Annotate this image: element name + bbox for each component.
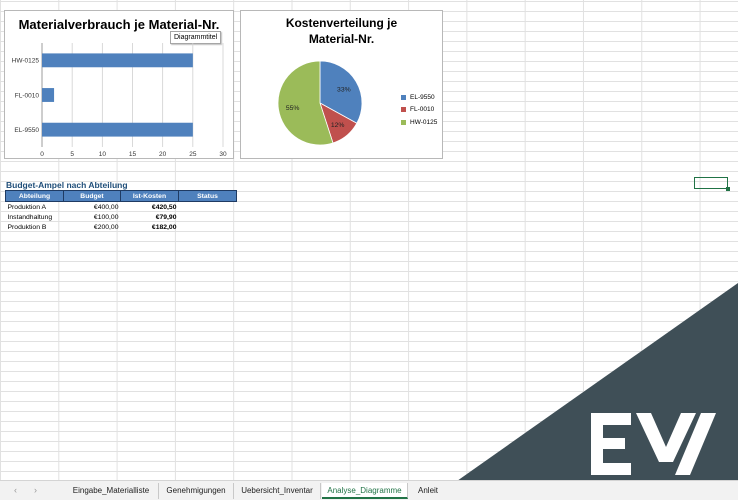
cell-budget[interactable]: €200,00	[64, 222, 121, 232]
legend-swatch	[401, 94, 406, 100]
cell-budget[interactable]: €400,00	[64, 202, 121, 213]
header-ist-kosten[interactable]: Ist-Kosten	[120, 190, 179, 202]
tab-genehmigungen[interactable]: Genehmigungen	[159, 483, 234, 499]
header-abteilung[interactable]: Abteilung	[5, 190, 64, 202]
bar	[42, 122, 193, 137]
budget-table-title[interactable]: Budget-Ampel nach Abteilung	[6, 180, 128, 190]
legend-swatch	[401, 107, 406, 113]
x-tick-label: 20	[159, 151, 167, 158]
header-status[interactable]: Status	[178, 190, 237, 202]
y-category-label: HW-0125	[12, 58, 40, 65]
pie-data-label: 12%	[331, 122, 345, 129]
x-tick-label: 30	[219, 151, 227, 158]
cell-status[interactable]	[179, 212, 237, 222]
legend-label: FL-0010	[410, 106, 435, 114]
x-tick-label: 15	[129, 151, 137, 158]
bar	[42, 88, 55, 102]
tab-uebersicht-inventar[interactable]: Uebersicht_Inventar	[234, 483, 321, 499]
cell-ist-kosten[interactable]: €420,50	[121, 202, 179, 213]
tab-analyse-diagramme[interactable]: Analyse_Diagramme	[322, 483, 408, 499]
pie-chart-plot: 33% 12% 55%	[277, 60, 363, 146]
tab-scroll-right-icon[interactable]: ›	[34, 485, 37, 495]
table-row: Produktion A €400,00 €420,50	[6, 202, 237, 213]
pie-chart[interactable]: Kostenverteilung je Material-Nr. 33% 12% 5…	[240, 10, 443, 159]
cell-abteilung[interactable]: Produktion A	[6, 202, 64, 213]
pie-data-label: 33%	[337, 86, 351, 93]
legend-swatch	[401, 119, 406, 125]
selected-cell[interactable]	[694, 177, 730, 191]
x-tick-label: 0	[40, 151, 44, 158]
tab-anleitung[interactable]: Anleit	[412, 483, 458, 499]
cell-ist-kosten[interactable]: €182,00	[121, 222, 179, 232]
x-tick-label: 10	[99, 151, 107, 158]
cell-ist-kosten[interactable]: €79,90	[121, 212, 179, 222]
cell-abteilung[interactable]: Instandhaltung	[6, 212, 64, 222]
tab-eingabe-materialliste[interactable]: Eingabe_Materialliste	[64, 483, 159, 499]
sheet-tab-bar: ‹ › Eingabe_Materialliste Genehmigungen …	[0, 480, 738, 500]
budget-table: Abteilung Budget Ist-Kosten Status Produ…	[5, 190, 237, 232]
legend-item-fl-0010: FL-0010	[401, 104, 437, 117]
header-budget[interactable]: Budget	[63, 190, 121, 202]
legend-label: HW-0125	[410, 118, 438, 126]
cell-status[interactable]	[179, 202, 237, 213]
x-tick-label: 5	[70, 151, 74, 158]
bar-chart[interactable]: Materialverbrauch je Material-Nr. Diagra…	[4, 10, 234, 159]
legend-item-el-9550: EL-9550	[401, 91, 437, 104]
x-tick-label: 25	[189, 151, 197, 158]
y-category-label: EL-9550	[14, 127, 39, 134]
pie-data-label: 55%	[286, 105, 300, 112]
table-row: Produktion B €200,00 €182,00	[6, 222, 237, 232]
cell-budget[interactable]: €100,00	[64, 212, 121, 222]
tab-scroll-left-icon[interactable]: ‹	[14, 485, 17, 495]
bar	[42, 53, 193, 68]
pie-legend: EL-9550 FL-0010 HW-0125	[401, 91, 437, 129]
legend-item-hw-0125: HW-0125	[401, 116, 437, 129]
legend-label: EL-9550	[410, 93, 435, 101]
y-category-label: FL-0010	[15, 92, 40, 99]
table-row: Instandhaltung €100,00 €79,90	[6, 212, 237, 222]
cell-status[interactable]	[179, 222, 237, 232]
bar-chart-plot: 0 5 10 15 20 25 30 EL-9550 FL-0010 HW-0125	[12, 43, 227, 158]
cell-abteilung[interactable]: Produktion B	[6, 222, 64, 232]
